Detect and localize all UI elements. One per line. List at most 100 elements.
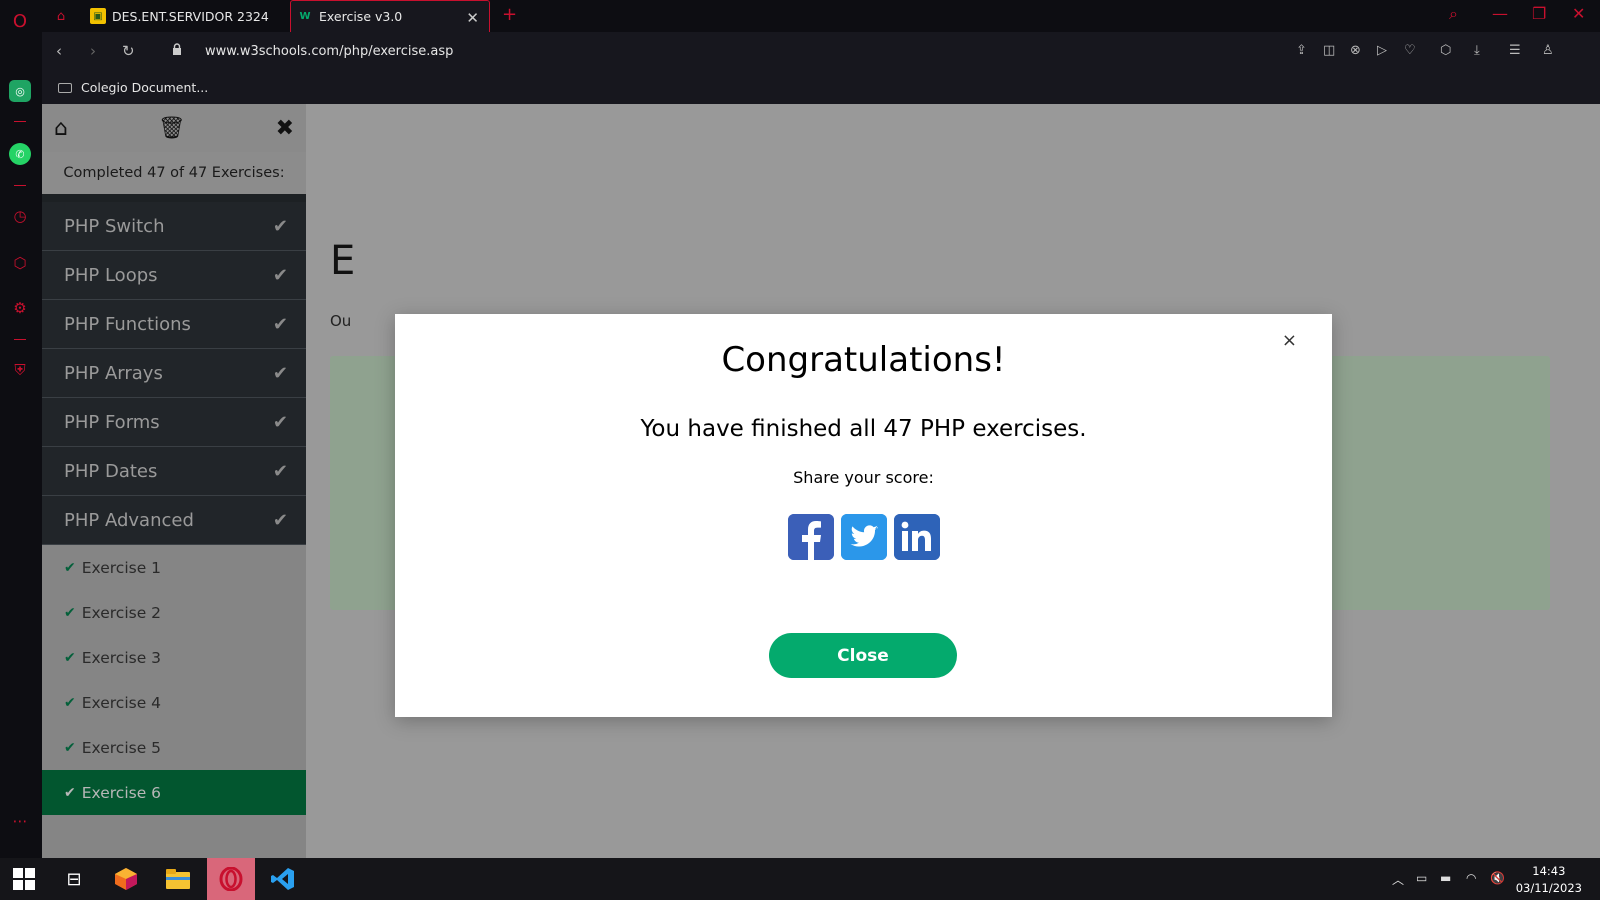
- download-icon[interactable]: ⤓: [1474, 43, 1480, 58]
- rail-divider: [14, 339, 26, 340]
- exercise-label: Exercise 1: [81, 558, 162, 577]
- exercise-item[interactable]: ✔ Exercise 1: [42, 545, 306, 590]
- modal-close-button[interactable]: Close: [769, 633, 957, 678]
- rail-divider: [14, 185, 26, 186]
- tab-exercise[interactable]: W Exercise v3.0 ✕: [290, 0, 490, 32]
- restore-icon[interactable]: ❐: [1532, 4, 1546, 23]
- section-php-functions[interactable]: PHP Functions ✔: [42, 300, 306, 349]
- exercise-item[interactable]: ✔ Exercise 3: [42, 635, 306, 680]
- exercise-item[interactable]: ✔ Exercise 4: [42, 680, 306, 725]
- profile-icon[interactable]: ♙: [1542, 43, 1554, 58]
- window-close-icon[interactable]: ✕: [1572, 4, 1585, 23]
- clock-date: 03/11/2023: [1515, 881, 1582, 895]
- snapshot-camera-icon[interactable]: ◫: [1323, 43, 1335, 58]
- opera-logo-icon[interactable]: O: [9, 10, 31, 32]
- share-icon[interactable]: ⇪: [1296, 43, 1307, 58]
- check-icon: ✔: [272, 411, 288, 433]
- sidebar-close-icon[interactable]: ✖: [276, 116, 294, 141]
- tab-label: Exercise v3.0: [319, 9, 403, 24]
- history-icon[interactable]: ◷: [9, 205, 31, 227]
- more-dots-icon[interactable]: ⋯: [9, 810, 31, 832]
- section-php-dates[interactable]: PHP Dates ✔: [42, 447, 306, 496]
- wifi-icon[interactable]: ◠: [1466, 871, 1476, 885]
- section-label: PHP Functions: [64, 313, 191, 335]
- twitter-icon[interactable]: [840, 514, 887, 560]
- send-icon[interactable]: ▷: [1377, 43, 1387, 58]
- section-php-loops[interactable]: PHP Loops ✔: [42, 251, 306, 300]
- windows-start-icon[interactable]: [0, 858, 48, 900]
- bookmark-folder[interactable]: Colegio Document...: [58, 80, 208, 95]
- address-bar: ‹ › ↻ www.w3schools.com/php/exercise.asp…: [42, 32, 1600, 72]
- search-icon[interactable]: ⌕: [1449, 4, 1458, 24]
- chatgpt-icon[interactable]: ◎: [9, 80, 31, 102]
- windows-taskbar: ⊟ ︿ ▭ ▬ ◠ 🔇 14:43 03/11/2023: [0, 858, 1600, 900]
- section-php-arrays[interactable]: PHP Arrays ✔: [42, 349, 306, 398]
- section-label: PHP Loops: [64, 264, 158, 286]
- section-php-switch[interactable]: PHP Switch ✔: [42, 202, 306, 251]
- file-explorer-icon[interactable]: [154, 858, 202, 900]
- exercise-item-active[interactable]: ✔ Exercise 6: [42, 770, 306, 815]
- back-icon[interactable]: ‹: [56, 42, 62, 60]
- adblock-icon[interactable]: ⊗: [1350, 43, 1361, 58]
- folder-icon: [58, 82, 72, 93]
- exercise-label: Exercise 2: [81, 603, 162, 622]
- tab-label: DES.ENT.SERVIDOR 2324: [112, 8, 269, 24]
- exercise-label: Exercise 5: [81, 738, 162, 757]
- ublock-shield-icon[interactable]: ⛨: [9, 359, 31, 381]
- exercise-sidebar: ⌂ 🗑 ✖ Completed 47 of 47 Exercises: PHP …: [42, 104, 306, 858]
- taskbar-clock[interactable]: 14:43 03/11/2023: [1516, 863, 1582, 897]
- sidebar-toolbar: ⌂ 🗑 ✖: [42, 104, 306, 152]
- section-label: PHP Advanced: [64, 509, 194, 531]
- completed-count: Completed 47 of 47 Exercises:: [42, 152, 306, 202]
- check-icon: ✔: [64, 559, 76, 576]
- linkedin-icon[interactable]: [893, 514, 940, 560]
- url-field[interactable]: www.w3schools.com/php/exercise.asp: [205, 44, 453, 59]
- tray-meet-icon[interactable]: ▭: [1416, 871, 1427, 885]
- section-label: PHP Forms: [64, 411, 160, 433]
- easy-setup-icon[interactable]: ☰: [1509, 43, 1521, 58]
- forward-icon[interactable]: ›: [90, 42, 96, 60]
- trash-icon[interactable]: 🗑: [158, 116, 186, 141]
- heart-icon[interactable]: ♡: [1404, 43, 1416, 58]
- extensions-cube-icon[interactable]: ⬡: [9, 252, 31, 274]
- extensions-icon[interactable]: ⬡: [1440, 43, 1451, 58]
- bookmarks-bar: Colegio Document...: [42, 72, 1600, 104]
- reload-icon[interactable]: ↻: [122, 42, 135, 60]
- opera-gx-taskbar-icon[interactable]: [207, 858, 255, 900]
- tray-chevron-up-icon[interactable]: ︿: [1392, 871, 1404, 888]
- tab-close-icon[interactable]: ✕: [466, 9, 479, 27]
- section-label: PHP Switch: [64, 215, 165, 237]
- section-php-advanced[interactable]: PHP Advanced ✔: [42, 496, 306, 545]
- rail-divider: [14, 121, 26, 122]
- facebook-icon[interactable]: [787, 514, 834, 560]
- check-icon: ✔: [64, 784, 76, 801]
- check-icon: ✔: [272, 460, 288, 482]
- page-viewport: ⌂ 🗑 ✖ Completed 47 of 47 Exercises: PHP …: [42, 104, 1600, 858]
- page-heading-partial: E: [330, 238, 356, 284]
- gx-controller-icon[interactable]: ⌂: [50, 5, 72, 27]
- settings-gear-icon[interactable]: ⚙: [9, 297, 31, 319]
- classroom-favicon-icon: ▣: [90, 8, 106, 24]
- modal-title: Congratulations!: [721, 340, 1006, 380]
- task-view-icon[interactable]: ⊟: [50, 858, 98, 900]
- minimize-icon[interactable]: —: [1492, 4, 1508, 23]
- 3d-app-icon[interactable]: [102, 858, 150, 900]
- check-icon: ✔: [272, 313, 288, 335]
- share-label: Share your score:: [793, 468, 934, 487]
- check-icon: ✔: [272, 509, 288, 531]
- tab-bar: ⌂ ▣ DES.ENT.SERVIDOR 2324 ✕ W Exercise v…: [42, 0, 1600, 32]
- check-icon: ✔: [272, 264, 288, 286]
- w3schools-favicon-icon: W: [299, 11, 311, 22]
- check-icon: ✔: [272, 362, 288, 384]
- new-tab-button[interactable]: +: [502, 4, 517, 25]
- exercise-item[interactable]: ✔ Exercise 2: [42, 590, 306, 635]
- social-share-group: [395, 514, 1332, 560]
- whatsapp-icon[interactable]: ✆: [9, 143, 31, 165]
- exercise-item[interactable]: ✔ Exercise 5: [42, 725, 306, 770]
- section-php-forms[interactable]: PHP Forms ✔: [42, 398, 306, 447]
- volume-muted-icon[interactable]: 🔇: [1490, 871, 1505, 885]
- home-icon[interactable]: ⌂: [54, 116, 68, 141]
- battery-icon[interactable]: ▬: [1440, 871, 1451, 885]
- vscode-icon[interactable]: [259, 858, 307, 900]
- section-label: PHP Arrays: [64, 362, 163, 384]
